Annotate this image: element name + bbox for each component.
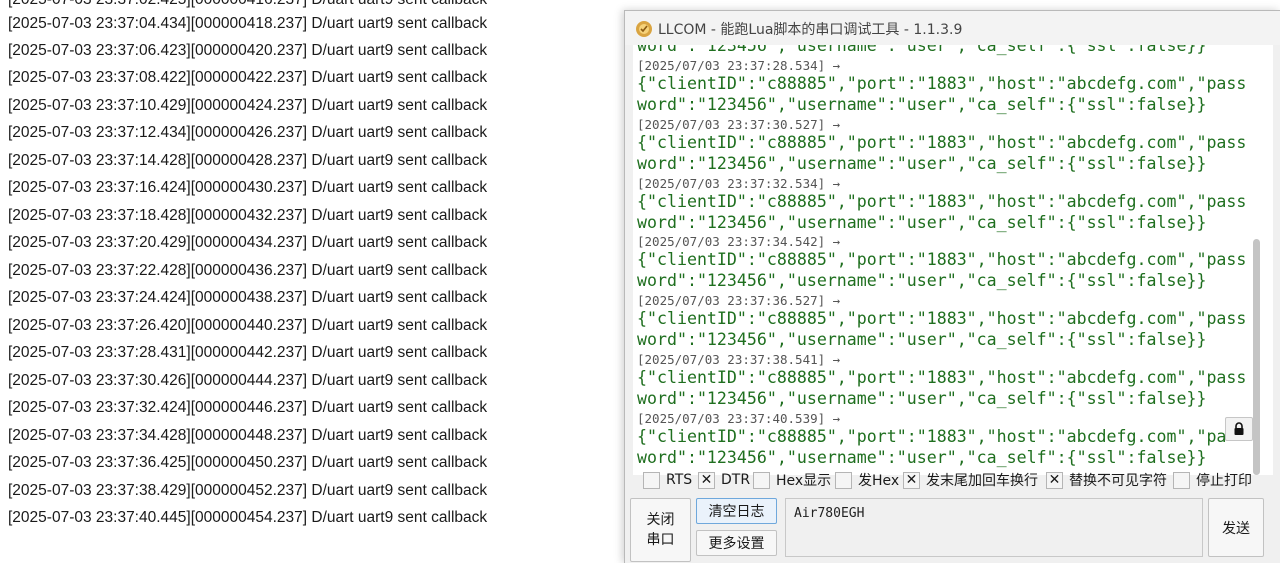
stop-print-option[interactable]: 停止打印 <box>1173 469 1252 491</box>
log-line: [2025-07-03 23:37:40.445][000000454.237]… <box>8 509 488 526</box>
log-line: [2025-07-03 23:37:18.428][000000432.237]… <box>8 207 488 224</box>
clear-log-button[interactable]: 清空日志 <box>696 498 777 524</box>
log-json: {"clientID":"c88885","port":"1883","host… <box>637 309 1247 328</box>
log-line: [2025-07-03 23:37:38.429][000000452.237]… <box>8 482 488 499</box>
log-json: word":"123456","username":"user","ca_sel… <box>637 213 1207 232</box>
log-json: {"clientID":"c88885","port":"1883","host… <box>637 192 1247 211</box>
log-json: word":"123456","username":"user","ca_sel… <box>637 271 1207 290</box>
log-line: [2025-07-03 23:37:26.420][000000440.237]… <box>8 317 488 334</box>
log-json: {"clientID":"c88885","port":"1883","host… <box>637 250 1247 269</box>
replace-invisible-checkbox[interactable]: ✕ <box>1046 471 1063 489</box>
close-port-label-line1: 关闭 <box>646 512 675 528</box>
replace-invisible-label: 替换不可见字符 <box>1069 473 1167 489</box>
append-crlf-option[interactable]: ✕ 发末尾加回车换行 <box>903 469 1038 491</box>
lock-scroll-button[interactable] <box>1225 417 1253 441</box>
send-hex-option[interactable]: 发Hex <box>835 469 899 491</box>
log-json: {"clientID":"c88885","port":"1883","host… <box>637 427 1227 446</box>
log-line-partial: [2025-07-03 23:37:02.425][000000416.237]… <box>8 0 487 11</box>
append-crlf-checkbox[interactable]: ✕ <box>903 471 920 489</box>
dtr-option[interactable]: ✕ DTR <box>698 469 750 491</box>
send-hex-checkbox[interactable] <box>835 471 852 489</box>
lock-icon <box>1234 422 1244 435</box>
log-line: [2025-07-03 23:37:28.431][000000442.237]… <box>8 344 488 361</box>
log-line: [2025-07-03 23:37:32.424][000000446.237]… <box>8 399 488 416</box>
llcom-app-icon <box>636 21 652 37</box>
log-line: [2025-07-03 23:37:12.434][000000426.237]… <box>8 124 488 141</box>
dtr-label: DTR <box>721 472 751 488</box>
hex-display-checkbox[interactable] <box>753 471 770 489</box>
log-line: [2025-07-03 23:37:08.422][000000422.237]… <box>8 69 488 86</box>
more-settings-button[interactable]: 更多设置 <box>696 530 777 556</box>
dtr-checkbox[interactable]: ✕ <box>698 471 715 489</box>
log-line: [2025-07-03 23:37:36.425][000000450.237]… <box>8 454 488 471</box>
hex-display-option[interactable]: Hex显示 <box>753 469 831 491</box>
log-json: {"clientID":"c88885","port":"1883","host… <box>637 133 1247 152</box>
rts-checkbox[interactable] <box>643 471 660 489</box>
log-json: {"clientID":"c88885","port":"1883","host… <box>637 368 1247 387</box>
log-line: [2025-07-03 23:37:06.423][000000420.237]… <box>8 42 488 59</box>
log-json: word":"123456","username":"user","ca_sel… <box>637 389 1207 408</box>
log-line: [2025-07-03 23:37:04.434][000000418.237]… <box>8 15 488 32</box>
stop-print-label: 停止打印 <box>1196 473 1252 489</box>
log-line: [2025-07-03 23:37:34.428][000000448.237]… <box>8 427 488 444</box>
send-text-input[interactable]: Air780EGH <box>785 498 1203 557</box>
title-bar[interactable]: LLCOM - 能跑Lua脚本的串口调试工具 - 1.1.3.9 <box>625 11 1280 45</box>
window-title: LLCOM - 能跑Lua脚本的串口调试工具 - 1.1.3.9 <box>658 22 963 38</box>
log-json-partial: word":"123456","username":"user","ca_sel… <box>637 45 1207 55</box>
append-crlf-label: 发末尾加回车换行 <box>926 473 1038 489</box>
replace-invisible-option[interactable]: ✕ 替换不可见字符 <box>1046 469 1167 491</box>
log-line: [2025-07-03 23:37:22.428][000000436.237]… <box>8 262 488 279</box>
hex-display-label: Hex显示 <box>776 473 832 489</box>
send-button[interactable]: 发送 <box>1208 498 1264 557</box>
log-json: word":"123456","username":"user","ca_sel… <box>637 330 1207 349</box>
llcom-window: LLCOM - 能跑Lua脚本的串口调试工具 - 1.1.3.9 word":"… <box>624 10 1280 563</box>
log-line: [2025-07-03 23:37:20.429][000000434.237]… <box>8 234 488 251</box>
background-log-panel: [2025-07-03 23:37:02.425][000000416.237]… <box>0 0 624 563</box>
close-port-label-line2: 串口 <box>646 532 675 548</box>
rts-option[interactable]: RTS <box>643 469 692 491</box>
log-json: {"clientID":"c88885","port":"1883","host… <box>637 74 1247 93</box>
receive-area[interactable]: word":"123456","username":"user","ca_sel… <box>633 45 1273 475</box>
log-line: [2025-07-03 23:37:14.428][000000428.237]… <box>8 152 488 169</box>
log-json: word":"123456","username":"user","ca_sel… <box>637 95 1207 114</box>
options-row: RTS ✕ DTR Hex显示 发Hex ✕ 发末尾加回车换行 ✕ 替换不可见字… <box>643 469 1273 491</box>
close-port-button[interactable]: 关闭 串口 <box>630 498 691 562</box>
log-line: [2025-07-03 23:37:30.426][000000444.237]… <box>8 372 488 389</box>
log-json: word":"123456","username":"user","ca_sel… <box>637 154 1207 173</box>
log-line: [2025-07-03 23:37:24.424][000000438.237]… <box>8 289 488 306</box>
vertical-scrollbar[interactable] <box>1253 239 1260 475</box>
send-hex-label: 发Hex <box>858 473 900 489</box>
stop-print-checkbox[interactable] <box>1173 471 1190 489</box>
log-json: word":"123456","username":"user","ca_sel… <box>637 448 1207 467</box>
log-line: [2025-07-03 23:37:10.429][000000424.237]… <box>8 97 488 114</box>
rts-label: RTS <box>666 472 693 488</box>
log-line: [2025-07-03 23:37:16.424][000000430.237]… <box>8 179 488 196</box>
